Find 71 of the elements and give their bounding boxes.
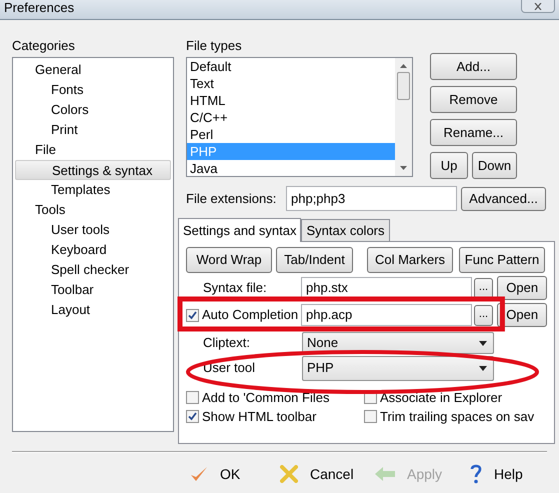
toolbar-button[interactable]: Col Markers [367, 247, 453, 273]
help-icon [470, 464, 482, 484]
dropdown-arrow-icon [479, 366, 487, 370]
scroll-up-icon[interactable] [400, 64, 407, 68]
cross-icon [280, 465, 298, 483]
toolbar-button[interactable]: Word Wrap [186, 247, 272, 273]
cancel-button[interactable]: Cancel [280, 459, 375, 489]
help-button[interactable]: Help [470, 459, 550, 489]
tree-item[interactable]: Spell checker [15, 260, 171, 280]
dropdown[interactable]: PHP [302, 356, 494, 380]
checkbox-label[interactable]: Add to 'Common Files [202, 390, 330, 406]
ok-button[interactable]: OK [190, 459, 280, 489]
file-extensions-label: File extensions: [186, 190, 278, 206]
list-action-button[interactable]: Down [472, 152, 517, 179]
checkbox[interactable] [186, 308, 199, 322]
dropdown-value: PHP [307, 360, 334, 376]
checkbox[interactable] [186, 391, 199, 404]
tree-item[interactable]: Layout [15, 300, 171, 320]
file-extensions-field[interactable]: php;php3 [286, 186, 457, 211]
file-types-label: File types [186, 38, 243, 55]
tree-item[interactable]: Fonts [15, 80, 171, 100]
open-button[interactable]: Open [497, 303, 547, 327]
advanced-button[interactable]: Advanced... [461, 186, 546, 210]
checkbox[interactable] [186, 410, 199, 423]
list-action-button[interactable]: Add... [430, 53, 517, 80]
categories-label: Categories [12, 38, 76, 55]
list-action-button[interactable]: Remove [430, 86, 517, 113]
tree-item[interactable]: Colors [15, 100, 171, 120]
file-field[interactable]: php.stx [301, 277, 472, 299]
checkbox-label[interactable]: Auto Completion [202, 307, 298, 323]
field-label: Syntax file: [203, 280, 267, 296]
list-item[interactable]: C/C++ [187, 109, 395, 126]
checkbox-label[interactable]: Show HTML toolbar [202, 408, 316, 424]
list-action-button[interactable]: Up [430, 152, 468, 179]
tree-item[interactable]: File [15, 140, 171, 160]
scroll-thumb[interactable] [397, 72, 410, 100]
list-item[interactable]: Perl [187, 126, 395, 143]
open-button[interactable]: Open [497, 276, 547, 300]
dropdown-value: None [307, 335, 338, 351]
close-button[interactable] [521, 0, 555, 13]
list-item[interactable]: Default [187, 58, 395, 75]
toolbar-button[interactable]: Tab/Indent [276, 247, 353, 273]
window-title: Preferences [3, 0, 76, 16]
checkmark-icon [190, 465, 208, 483]
tree-item[interactable]: Print [15, 120, 171, 140]
list-action-button[interactable]: Rename... [430, 119, 517, 146]
list-item[interactable]: Text [187, 75, 395, 92]
scrollbar[interactable] [395, 58, 412, 176]
scroll-down-icon[interactable] [400, 166, 407, 170]
list-item[interactable]: HTML [187, 92, 395, 109]
tab[interactable]: Settings and syntax [178, 218, 302, 242]
tree-item[interactable]: Keyboard [15, 240, 171, 260]
toolbar-button[interactable]: Func Pattern [459, 247, 545, 273]
checkbox-label[interactable]: Associate in Explorer [380, 390, 502, 406]
close-icon [534, 2, 542, 10]
tree-item[interactable]: Tools [15, 200, 171, 220]
tab[interactable]: Syntax colors [301, 219, 390, 241]
list-item[interactable]: Java [187, 160, 395, 177]
browse-button[interactable]: ... [474, 304, 494, 326]
tree-item[interactable]: User tools [15, 220, 171, 240]
tree-item[interactable]: Templates [15, 180, 171, 200]
tree-item[interactable]: Settings & syntax [15, 160, 171, 180]
field-label: Cliptext: [203, 335, 251, 351]
dropdown-arrow-icon [479, 340, 487, 346]
file-field[interactable]: php.acp [301, 304, 472, 326]
arrow-left-icon [375, 467, 395, 481]
browse-button[interactable]: ... [474, 278, 494, 298]
checkbox-label[interactable]: Trim trailing spaces on sav [380, 408, 534, 424]
tree-item[interactable]: Toolbar [15, 280, 171, 300]
tree-item[interactable]: General [15, 60, 171, 80]
checkbox[interactable] [364, 410, 377, 423]
